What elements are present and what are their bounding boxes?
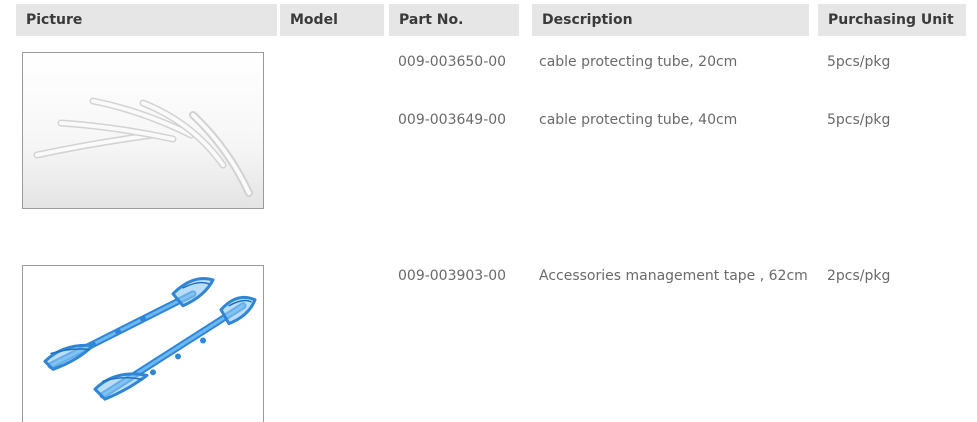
description-cell: cable protecting tube, 40cm [539, 112, 738, 128]
part-no-cell: 009-003649-00 [398, 112, 507, 128]
part-no-cell: 009-003650-00 [398, 54, 507, 70]
management-tape-image [22, 265, 264, 422]
header-part-no: Part No. [389, 4, 519, 36]
description-cell: cable protecting tube, 20cm [539, 54, 738, 70]
description-cell: Accessories management tape , 62cm [539, 268, 808, 284]
purchasing-unit-cell: 5pcs/pkg [827, 54, 891, 70]
header-purchasing-unit: Purchasing Unit [818, 4, 966, 36]
purchasing-unit-cell: 2pcs/pkg [827, 268, 891, 284]
header-picture: Picture [16, 4, 277, 36]
cable-tube-image [22, 52, 264, 209]
purchasing-unit-cell: 5pcs/pkg [827, 112, 891, 128]
management-tape-illustration [23, 266, 263, 422]
cable-tube-illustration [23, 53, 263, 208]
header-model: Model [280, 4, 384, 36]
header-description: Description [532, 4, 809, 36]
part-no-cell: 009-003903-00 [398, 268, 507, 284]
